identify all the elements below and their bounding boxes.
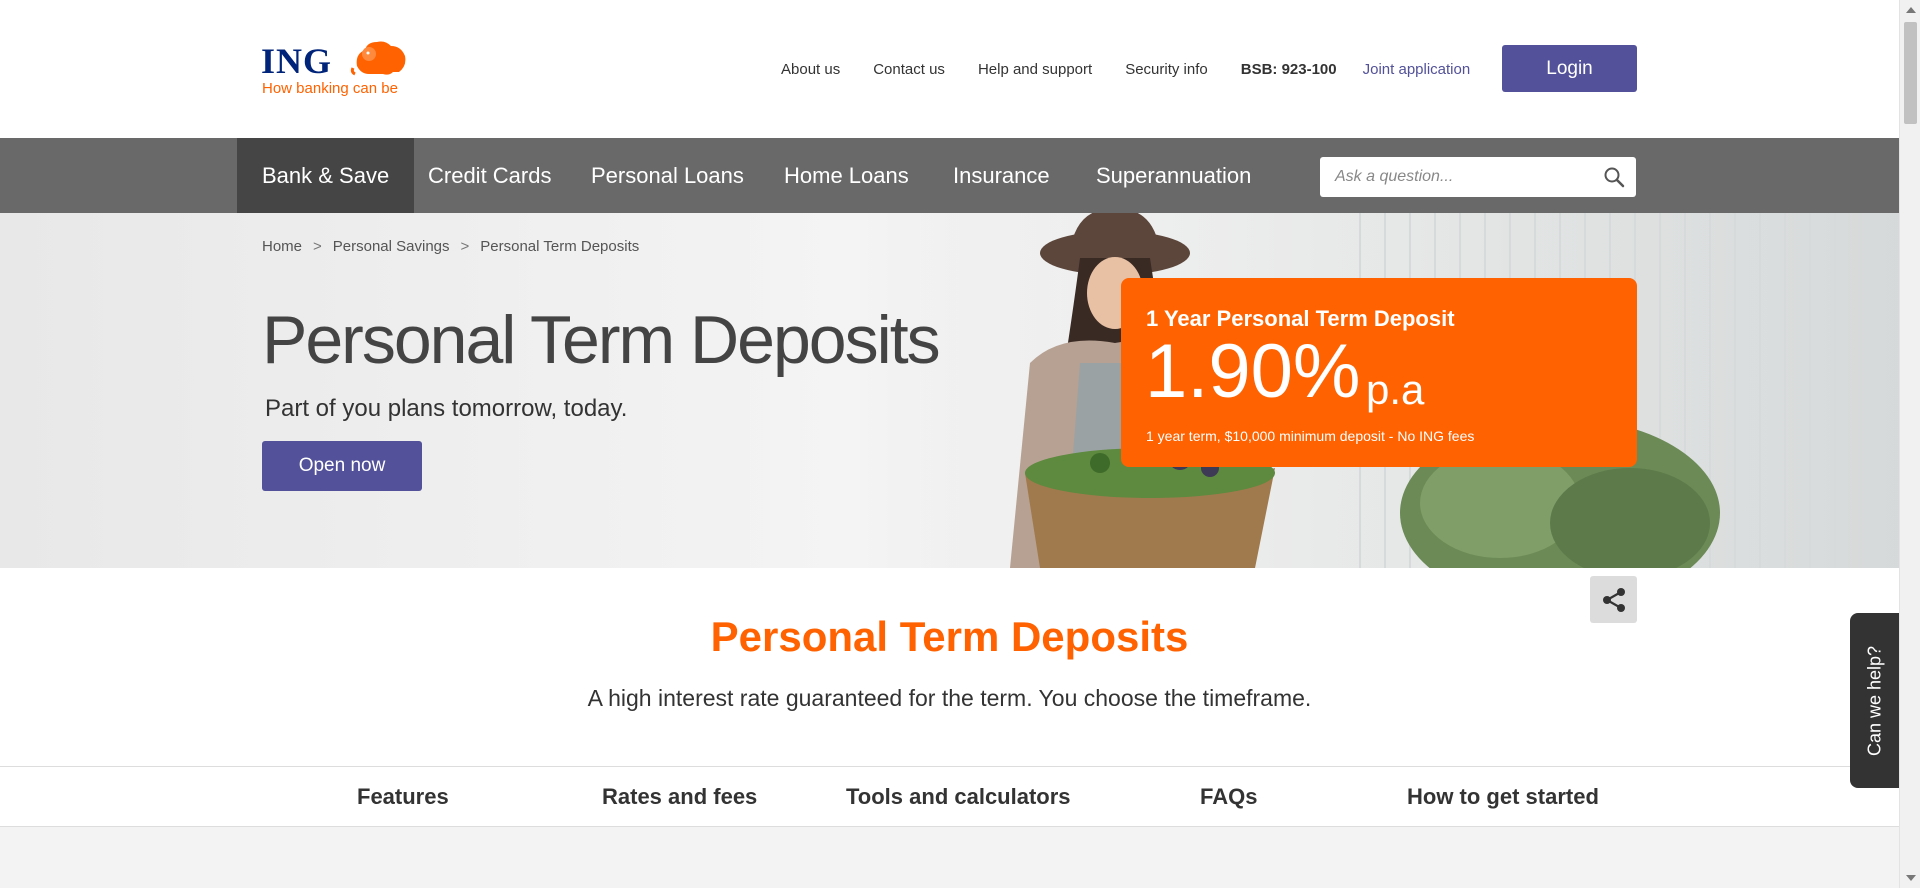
lion-icon: [350, 41, 406, 76]
link-joint-application[interactable]: Joint application: [1363, 61, 1471, 78]
breadcrumb-home[interactable]: Home: [262, 238, 302, 255]
search-icon[interactable]: [1602, 165, 1626, 189]
logo-tagline: How banking can be: [262, 80, 398, 97]
utility-links: About us Contact us Help and support Sec…: [781, 61, 1470, 78]
breadcrumb-separator: >: [460, 238, 470, 255]
section-tabs: Features Rates and fees Tools and calcul…: [0, 766, 1899, 827]
rate-note: 1 year term, $10,000 minimum deposit - N…: [1146, 428, 1475, 444]
tab-features[interactable]: Features: [357, 767, 449, 826]
rate-card: 1 Year Personal Term Deposit 1.90% p.a 1…: [1121, 278, 1637, 467]
scrollbar[interactable]: [1899, 0, 1920, 888]
search-placeholder: Ask a question...: [1335, 168, 1454, 185]
scroll-up-icon[interactable]: [1906, 7, 1916, 13]
main-nav: Bank & Save Credit Cards Personal Loans …: [0, 138, 1899, 213]
section-title: Personal Term Deposits: [710, 613, 1189, 660]
link-help-support[interactable]: Help and support: [978, 61, 1092, 78]
breadcrumb-separator: >: [313, 238, 322, 255]
share-icon: [1602, 587, 1625, 612]
rate-value: 1.90%: [1145, 329, 1361, 414]
tab-faqs[interactable]: FAQs: [1200, 767, 1257, 826]
link-contact-us[interactable]: Contact us: [873, 61, 945, 78]
nav-item-credit-cards[interactable]: Credit Cards: [428, 138, 551, 213]
link-about-us[interactable]: About us: [781, 61, 840, 78]
ing-logo[interactable]: ING How banking can be: [261, 36, 411, 102]
help-tab-label: Can we help?: [1864, 645, 1885, 756]
page-title: Personal Term Deposits: [262, 302, 941, 378]
content-area: [0, 827, 1899, 888]
link-security-info[interactable]: Security info: [1125, 61, 1208, 78]
nav-item-insurance[interactable]: Insurance: [953, 138, 1050, 213]
section-subtitle: A high interest rate guaranteed for the …: [587, 685, 1312, 711]
open-now-button[interactable]: Open now: [262, 441, 422, 491]
tab-how-to-get-started[interactable]: How to get started: [1407, 767, 1599, 826]
logo-wordmark: ING: [261, 41, 333, 81]
bsb-number: BSB: 923-100: [1240, 61, 1337, 78]
nav-item-bank-save[interactable]: Bank & Save: [237, 138, 415, 213]
hero-banner: Home > Personal Savings > Personal Term Depo…: [0, 213, 1899, 568]
login-button[interactable]: Login: [1502, 45, 1637, 92]
page: ING How banking can be About us Contact …: [0, 0, 1899, 888]
search-input[interactable]: Ask a question...: [1320, 157, 1636, 197]
breadcrumb: Home > Personal Savings > Personal Term Depo…: [262, 238, 639, 255]
tab-rates-and-fees[interactable]: Rates and fees: [602, 767, 757, 826]
scrollbar-thumb[interactable]: [1904, 22, 1917, 124]
breadcrumb-personal-savings[interactable]: Personal Savings: [333, 238, 450, 255]
help-tab[interactable]: Can we help?: [1850, 613, 1900, 788]
rate-suffix: p.a: [1366, 366, 1425, 413]
nav-item-home-loans[interactable]: Home Loans: [784, 138, 909, 213]
breadcrumb-current: Personal Term Deposits: [480, 238, 640, 255]
hero-subtitle: Part of you plans tomorrow, today.: [265, 395, 628, 422]
tab-tools-and-calculators[interactable]: Tools and calculators: [846, 767, 1071, 826]
nav-item-personal-loans[interactable]: Personal Loans: [591, 138, 744, 213]
nav-item-superannuation[interactable]: Superannuation: [1096, 138, 1251, 213]
scroll-down-icon[interactable]: [1906, 875, 1916, 881]
site-header: ING How banking can be About us Contact …: [0, 0, 1899, 138]
